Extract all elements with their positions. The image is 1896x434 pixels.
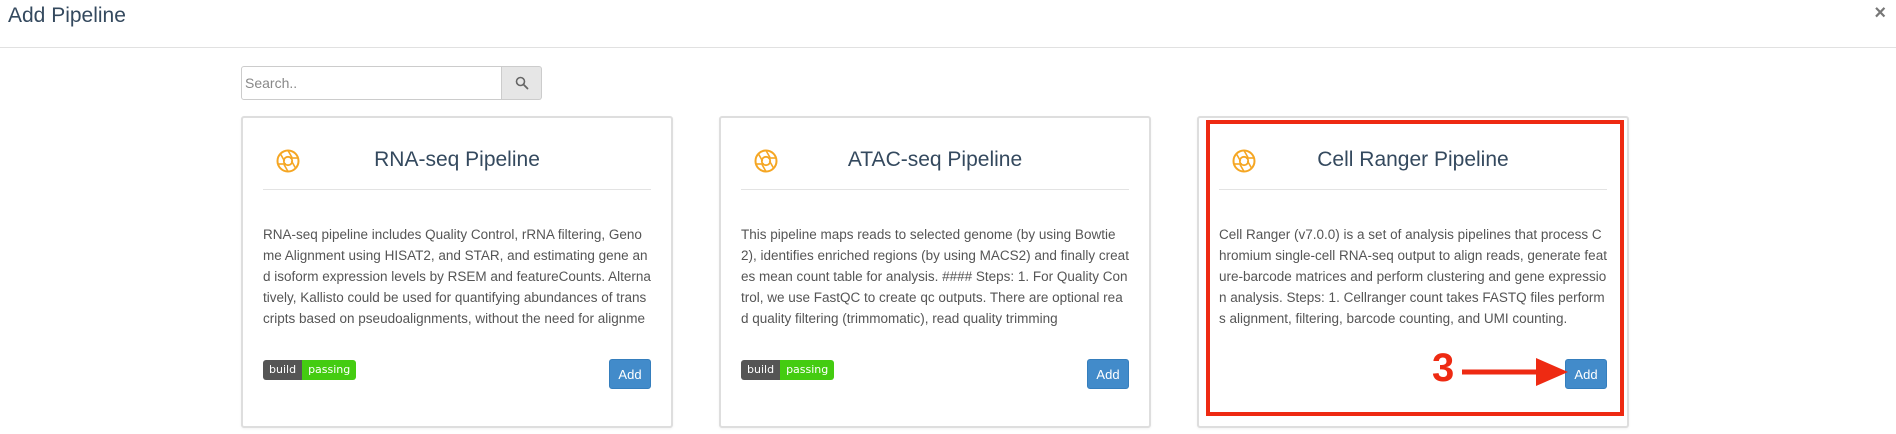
pipeline-card-atac-seq: ATAC-seq Pipeline This pipeline maps rea… — [719, 116, 1151, 428]
card-description: RNA-seq pipeline includes Quality Contro… — [263, 227, 651, 326]
search-button[interactable] — [502, 66, 542, 100]
badge-label: build — [263, 360, 303, 380]
build-status-badge[interactable]: build passing — [741, 360, 835, 380]
card-header: RNA-seq Pipeline — [263, 146, 651, 190]
badge-status: passing — [302, 360, 357, 380]
add-button[interactable]: Add — [1087, 359, 1129, 389]
card-description: This pipeline maps reads to selected gen… — [741, 227, 1129, 326]
badge-status: passing — [780, 360, 835, 380]
close-icon[interactable]: × — [1874, 2, 1886, 25]
search-input[interactable] — [241, 66, 502, 100]
annotation-step-number: 3 — [1432, 346, 1455, 390]
add-button[interactable]: Add — [609, 359, 651, 389]
card-header: Cell Ranger Pipeline — [1219, 146, 1607, 190]
add-button[interactable]: Add — [1565, 359, 1607, 389]
search-bar — [241, 66, 542, 100]
badge-label: build — [741, 360, 781, 380]
build-status-badge[interactable]: build passing — [263, 360, 357, 380]
modal-header: Add Pipeline × — [0, 0, 1896, 48]
pipeline-card-rna-seq: RNA-seq Pipeline RNA-seq pipeline includ… — [241, 116, 673, 428]
annotation-arrow-icon — [1462, 358, 1568, 386]
card-title: Cell Ranger Pipeline — [1317, 148, 1509, 171]
card-title: ATAC-seq Pipeline — [847, 148, 1023, 171]
search-icon — [515, 76, 528, 90]
card-header: ATAC-seq Pipeline — [741, 146, 1129, 190]
card-title: RNA-seq Pipeline — [374, 148, 540, 171]
modal-title: Add Pipeline — [8, 4, 126, 27]
card-description: Cell Ranger (v7.0.0) is a set of analysi… — [1219, 227, 1607, 326]
